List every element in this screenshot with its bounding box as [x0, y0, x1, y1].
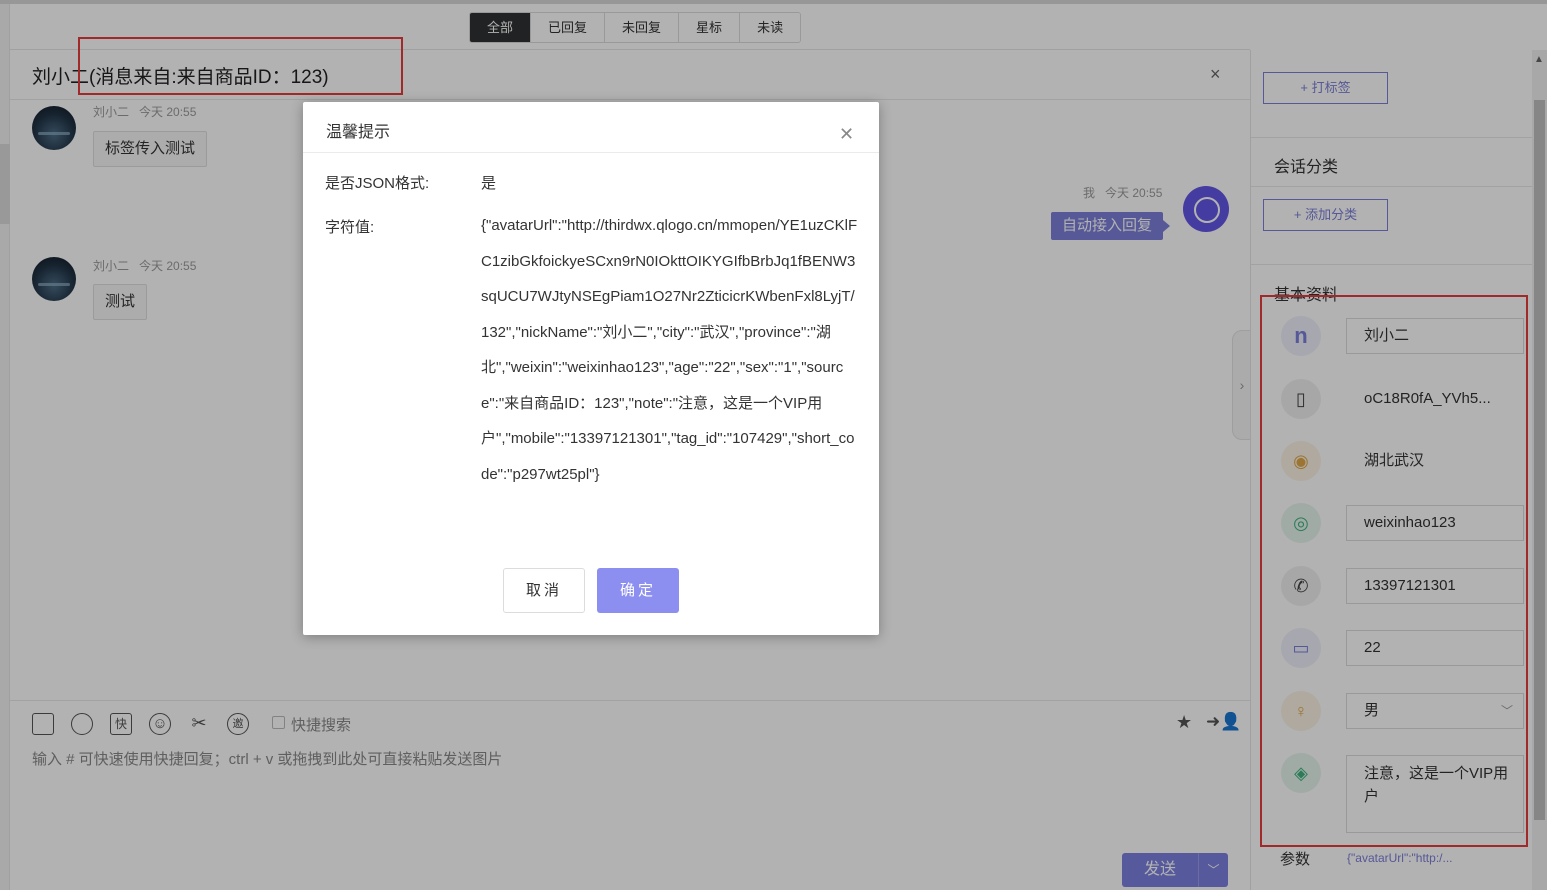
is-json-value: 是 [481, 175, 497, 192]
cancel-button[interactable]: 取消 [503, 568, 585, 613]
is-json-label: 是否JSON格式: [325, 175, 430, 192]
close-icon[interactable]: ✕ [839, 124, 854, 145]
string-value-text: {"avatarUrl":"http://thirdwx.qlogo.cn/mm… [481, 217, 858, 483]
string-value-label: 字符值: [325, 219, 375, 236]
notice-dialog: 温馨提示 ✕ 是否JSON格式: 是 字符值: {"avatarUrl":"ht… [303, 102, 879, 635]
divider [303, 152, 879, 153]
dialog-title: 温馨提示 [326, 124, 391, 141]
confirm-button[interactable]: 确定 [597, 568, 679, 613]
